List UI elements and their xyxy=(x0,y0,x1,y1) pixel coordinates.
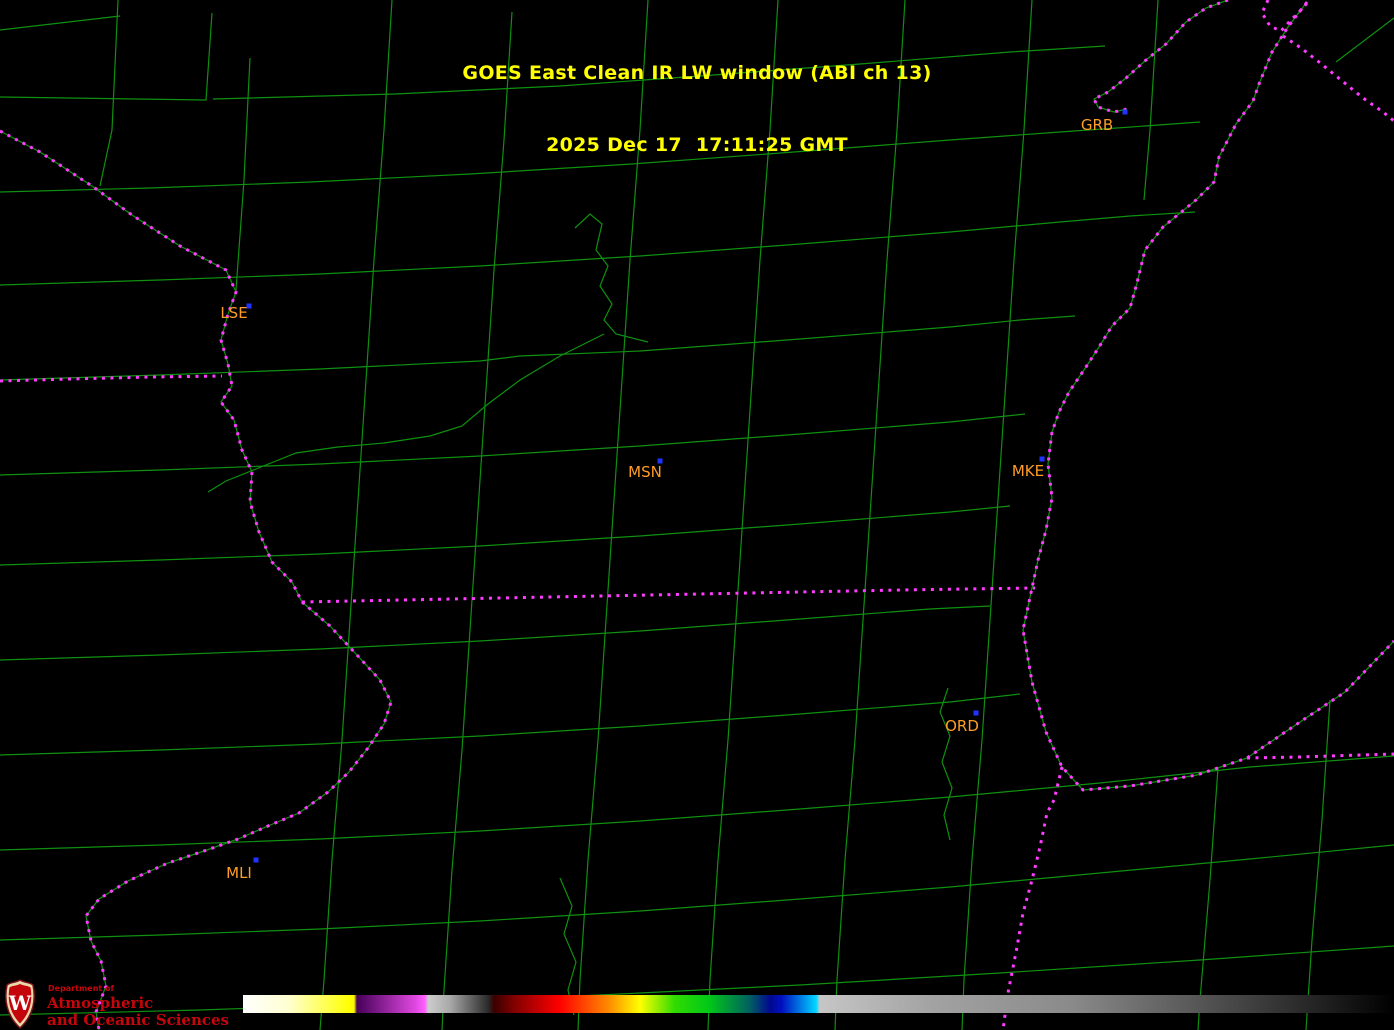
county-line xyxy=(939,687,953,841)
crest-letter: W xyxy=(8,991,32,1015)
uw-crest-logo: W xyxy=(5,979,35,1029)
state-border-line xyxy=(84,600,393,1030)
city-marker xyxy=(1122,109,1128,115)
image-title: GOES East Clean IR LW window (ABI ch 13)… xyxy=(0,13,1394,205)
city-marker xyxy=(973,710,979,716)
city-marker xyxy=(1039,456,1045,462)
county-line xyxy=(0,844,1394,941)
credit-line-3: and Oceanic Sciences xyxy=(47,1011,229,1029)
uw-aos-credit: W Department of Atmospheric and Oceanic … xyxy=(3,979,229,1030)
county-line xyxy=(0,605,991,661)
county-line xyxy=(0,505,1011,566)
state-border-line xyxy=(301,586,1036,604)
city-marker xyxy=(253,857,259,863)
city-label: LSE xyxy=(220,304,248,322)
county-line xyxy=(1305,699,1331,1030)
county-line xyxy=(0,211,1196,286)
county-line xyxy=(1197,767,1219,1030)
credit-line-2: Atmospheric xyxy=(47,994,154,1012)
county-line xyxy=(0,755,1394,851)
state-border-line xyxy=(1001,766,1064,1030)
credit-dept-line: Department of xyxy=(48,984,115,993)
city-label: MLI xyxy=(226,864,252,882)
county-line xyxy=(85,601,392,1030)
county-line xyxy=(0,315,1076,381)
satellite-map-viewer: GOES East Clean IR LW window (ABI ch 13)… xyxy=(0,0,1394,1030)
temperature-colorbar xyxy=(243,995,1394,1013)
county-line xyxy=(207,333,605,493)
county-line xyxy=(0,693,1021,756)
city-label: ORD xyxy=(945,717,979,735)
title-line-2: 2025 Dec 17 17:11:25 GMT xyxy=(546,134,848,156)
city-label: MSN xyxy=(628,463,662,481)
county-line xyxy=(574,213,649,343)
city-label: GRB xyxy=(1080,116,1114,134)
county-line xyxy=(0,413,1026,476)
title-line-1: GOES East Clean IR LW window (ABI ch 13) xyxy=(462,62,932,84)
city-label: MKE xyxy=(1011,462,1045,480)
